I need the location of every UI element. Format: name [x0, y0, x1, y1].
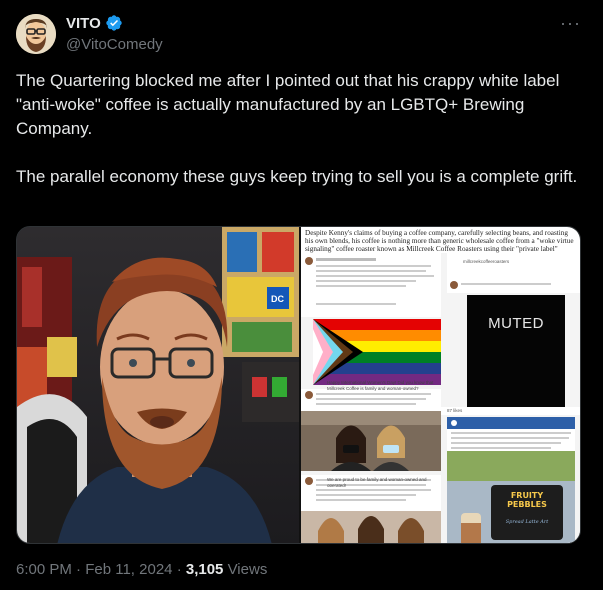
tweet-media[interactable]: DC Despite Kenny's claims of buying a co…: [16, 226, 581, 544]
svg-text:DC: DC: [271, 294, 284, 304]
tweet-date[interactable]: Feb 11, 2024: [85, 561, 172, 578]
tweet: VITO @VitoComedy ··· The Quartering bloc…: [0, 0, 603, 590]
poster-handle: millcreekcoffeeroasters: [463, 259, 510, 264]
article-excerpt: Despite Kenny's claims of buying a coffe…: [305, 229, 574, 253]
views-label: Views: [227, 561, 268, 578]
sign-subtext: Spread Latte Art: [505, 519, 549, 525]
pride-flag-image: [313, 319, 441, 385]
avatar[interactable]: [16, 14, 56, 54]
more-options-icon[interactable]: ···: [560, 14, 581, 32]
verified-badge-icon: [106, 15, 122, 31]
meta-separator-2: ·: [176, 561, 182, 578]
media-photo-man[interactable]: DC: [17, 227, 299, 543]
media-collage-screenshots[interactable]: Despite Kenny's claims of buying a coffe…: [301, 227, 580, 543]
views-count: 3,105: [185, 561, 224, 578]
post-caption-2: We are proud to be family and woman-owne…: [327, 477, 427, 487]
author-name-row[interactable]: VITO: [66, 14, 123, 32]
sign-text: FRUITY PEBBLES: [507, 491, 547, 509]
tweet-meta: 6:00 PM · Feb 11, 2024 · 3,105 Views: [16, 561, 267, 578]
tweet-time[interactable]: 6:00 PM: [16, 561, 72, 578]
likes-count: 87 likes: [447, 408, 463, 413]
muted-label: MUTED: [488, 315, 544, 332]
cartoon-bearded-man-avatar-icon: [16, 14, 56, 54]
display-name[interactable]: VITO: [66, 15, 101, 32]
user-handle[interactable]: @VitoComedy: [66, 36, 163, 53]
post-caption: Happy International Women's Day! Did you…: [327, 380, 434, 391]
meta-separator: ·: [76, 561, 82, 578]
bearded-man-photo: DC: [17, 227, 299, 543]
tweet-text: The Quartering blocked me after I pointe…: [16, 71, 578, 186]
